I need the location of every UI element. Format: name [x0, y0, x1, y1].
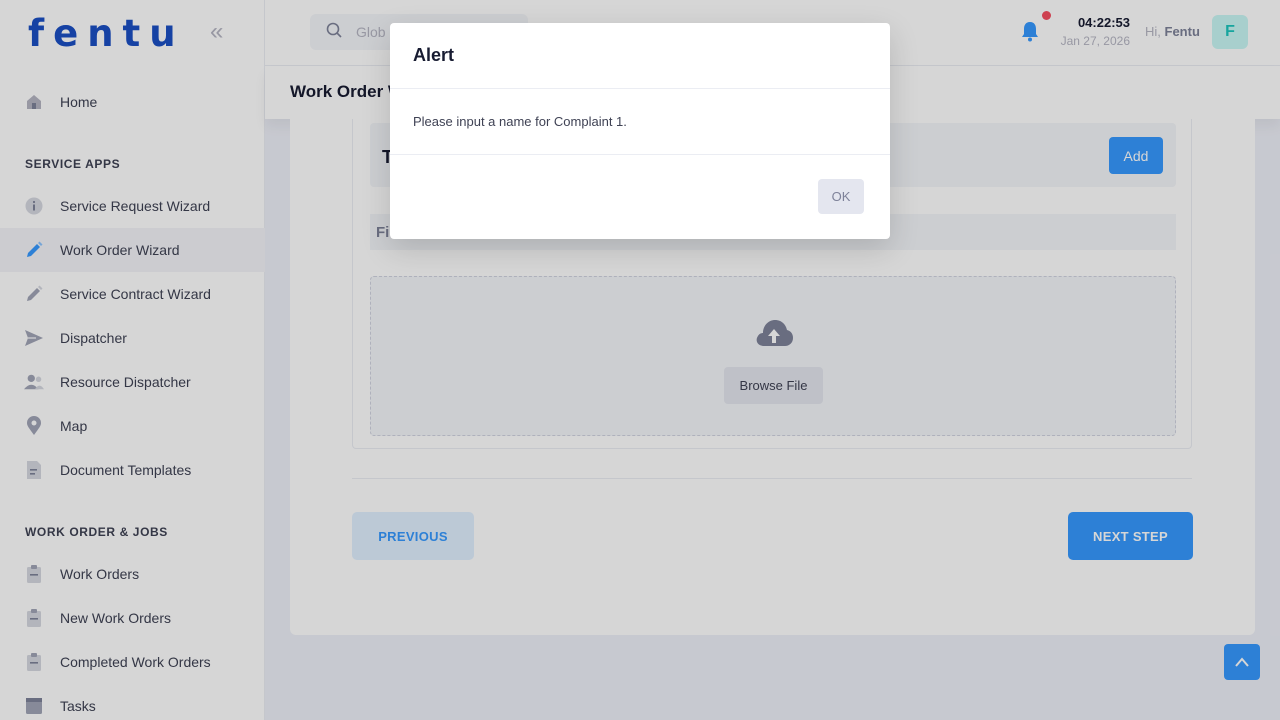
ok-button[interactable]: OK	[818, 179, 864, 214]
alert-message: Please input a name for Complaint 1.	[390, 89, 890, 155]
alert-title: Alert	[413, 45, 455, 65]
alert-header: Alert	[390, 23, 890, 89]
alert-dialog: Alert Please input a name for Complaint …	[390, 23, 890, 239]
